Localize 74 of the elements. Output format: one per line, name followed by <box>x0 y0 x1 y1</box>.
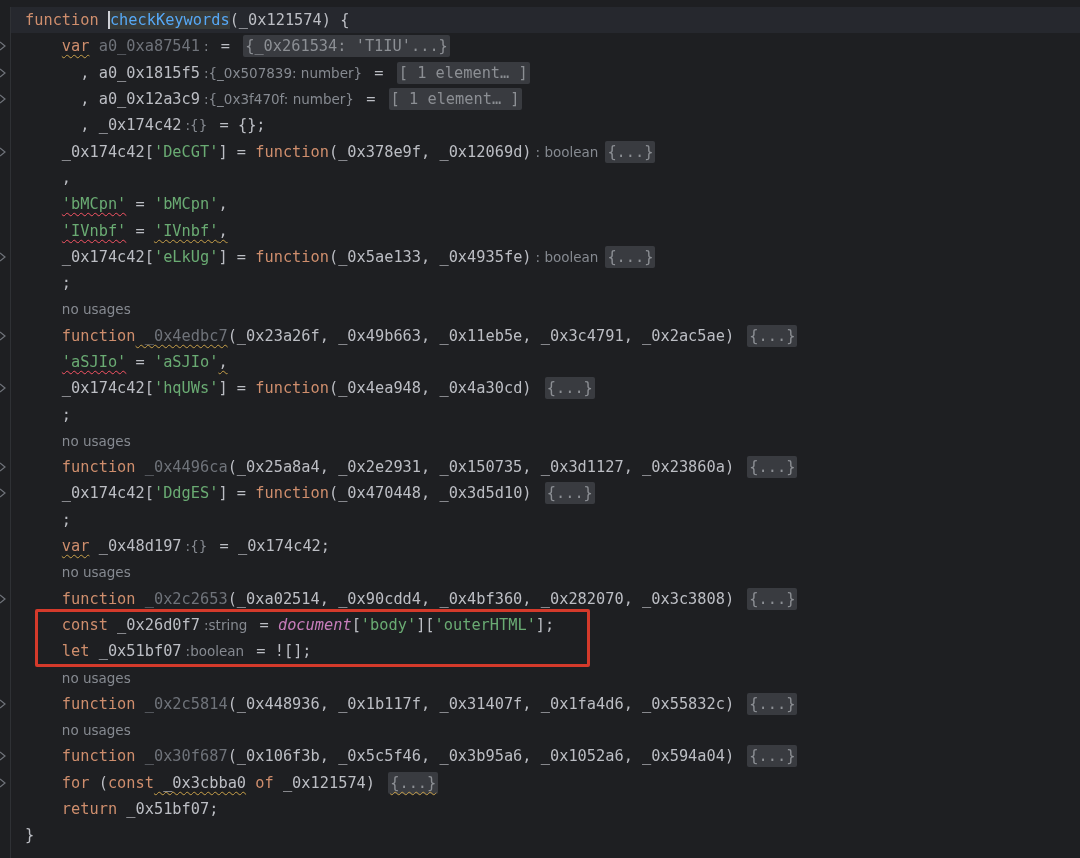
code-text: , <box>61 168 72 187</box>
type-hint: :{_0x507839: number} <box>204 64 363 81</box>
code-text: var a0_0xa87541 <box>61 37 200 56</box>
code-text: _0x174c42['DeCGT'] = function(_0x378e9f, _0x12069d) <box>61 142 532 161</box>
type-hint: : <box>204 38 209 55</box>
folded-code[interactable]: {...} <box>544 482 595 505</box>
fold-chevron-icon[interactable] <box>0 462 6 473</box>
fold-chevron-icon[interactable] <box>0 146 6 157</box>
fold-chevron-icon[interactable] <box>0 41 6 52</box>
folded-code[interactable]: {...} <box>747 745 798 768</box>
code-text: _0x174c42['eLkUg'] = function(_0x5ae133, _0x4935fe) <box>61 247 532 266</box>
code-text: 'aSJIo' = 'aSJIo', <box>61 353 228 371</box>
code-text: = <box>373 63 385 82</box>
type-hint: :boolean <box>185 643 245 660</box>
usage-hint: no usages <box>61 722 131 739</box>
code-text: , _0x174c42 <box>80 116 182 135</box>
fold-chevron-icon[interactable] <box>0 67 6 78</box>
usage-hint: no usages <box>61 669 131 686</box>
code-text: function _0x4496ca(_0x25a8a4, _0x2e2931, _0x150735, _0x3d1127, _0x23860a) <box>61 458 736 477</box>
folded-code[interactable]: [ 1 element… ] <box>388 88 522 111</box>
code-text: = <box>365 90 377 109</box>
code-text: ; <box>61 405 72 424</box>
code-text: for (const _0x3cbba0 of _0x121574) <box>61 773 376 792</box>
fold-chevron-icon[interactable] <box>0 94 6 105</box>
code-text: = <box>219 37 231 56</box>
folded-code[interactable]: {...} <box>388 771 439 794</box>
folded-code[interactable]: {...} <box>747 324 798 347</box>
folded-code[interactable]: {...} <box>544 377 595 400</box>
usage-hint: no usages <box>61 432 131 449</box>
folded-code[interactable]: {...} <box>747 692 798 715</box>
code-text: return _0x51bf07; <box>61 800 219 819</box>
code-text: function checkKeywords(_0x121574) { <box>25 11 350 30</box>
code-text: function _0x2c2653(_0xa02514, _0x90cdd4, _0x4bf360, _0x282070, _0x3c3808) <box>61 589 736 608</box>
code-text: } <box>25 826 35 845</box>
folded-code[interactable]: {...} <box>605 245 656 268</box>
folded-code[interactable]: {_0x261534: 'T1IU'...} <box>243 35 450 58</box>
code-text: _0x174c42['DdgES'] = function(_0x470448, _0x3d5d10) <box>61 484 533 503</box>
folded-code[interactable]: [ 1 element… ] <box>396 61 530 84</box>
code-text: function _0x4edbc7(_0x23a26f, _0x49b663, _0x11eb5e, _0x3c4791, _0x2ac5ae) <box>61 326 736 345</box>
code-text: = ![]; <box>255 642 312 661</box>
code-text: function _0x2c5814(_0x448936, _0x1b117f, _0x31407f, _0x1fa4d6, _0x55832c) <box>61 694 736 713</box>
fold-chevron-icon[interactable] <box>0 751 6 762</box>
fold-chevron-icon[interactable] <box>0 777 6 788</box>
type-hint: :{} <box>185 117 208 134</box>
fold-chevron-icon[interactable] <box>0 698 6 709</box>
folded-code[interactable]: {...} <box>747 587 798 610</box>
code-text: ; <box>61 274 72 293</box>
fold-chevron-icon[interactable] <box>0 330 6 341</box>
usage-hint: no usages <box>61 301 131 318</box>
type-hint: : boolean <box>535 248 599 265</box>
fold-chevron-icon[interactable] <box>0 593 6 604</box>
type-hint: :{} <box>185 538 208 555</box>
code-text: _0x174c42['hqUWs'] = function(_0x4ea948, _0x4a30cd) <box>61 379 533 398</box>
code-text: , a0_0x12a3c9 <box>80 90 200 109</box>
code-text: = document['body']['outerHTML']; <box>258 615 555 634</box>
code-text: 'IVnbf' = 'IVnbf', <box>61 221 228 240</box>
code-text: let _0x51bf07 <box>61 642 182 661</box>
folded-code[interactable]: {...} <box>605 140 656 163</box>
code-text: ; <box>61 510 72 529</box>
code-text: function _0x30f687(_0x106f3b, _0x5c5f46, _0x3b95a6, _0x1052a6, _0x594a04) <box>61 747 736 766</box>
code-text: = {}; <box>218 116 266 135</box>
folded-code[interactable]: {...} <box>747 456 798 479</box>
type-hint: :{_0x3f470f: number} <box>204 91 354 108</box>
type-hint: :string <box>204 616 248 633</box>
code-text: const _0x26d0f7 <box>61 615 200 634</box>
fold-chevron-icon[interactable] <box>0 383 6 394</box>
fold-chevron-icon[interactable] <box>0 251 6 262</box>
code-text: var _0x48d197 <box>61 537 182 556</box>
fold-chevron-icon[interactable] <box>0 488 6 499</box>
code-text: = _0x174c42; <box>218 537 331 556</box>
usage-hint: no usages <box>61 564 131 581</box>
code-text: 'bMCpn' = 'bMCpn', <box>61 195 228 214</box>
type-hint: : boolean <box>535 143 599 160</box>
code-text: , a0_0x1815f5 <box>80 63 200 82</box>
